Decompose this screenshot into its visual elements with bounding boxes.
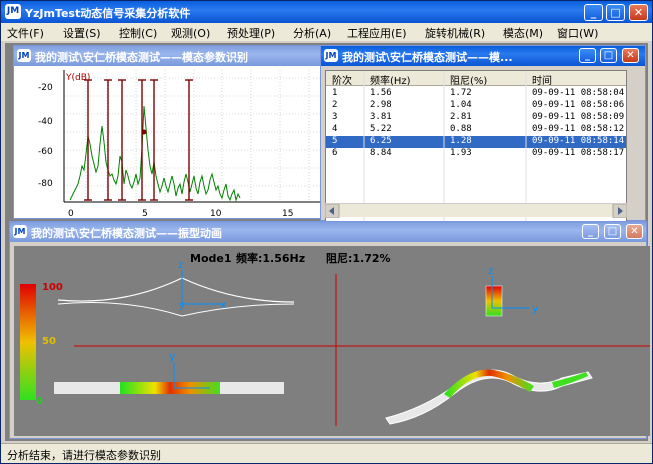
modal-params-window: JM 我的测试\安仁桥模态测试——模... _ □ ✕ 阶次 频率(Hz) 阻尼… xyxy=(320,45,646,240)
color-scale-bar xyxy=(20,284,36,400)
app-logo-icon: JM xyxy=(5,4,21,19)
spectrum-window-title: 我的测试\安仁桥模态测试——模态参数识别 xyxy=(35,51,249,64)
maximize-button[interactable]: □ xyxy=(606,4,625,21)
menu-window[interactable]: 窗口(W) xyxy=(557,25,598,41)
spectrum-plot: Y(dB) -20 -40 -60 -80 0 5 10 15 xyxy=(14,66,324,218)
child-close-button[interactable]: ✕ xyxy=(626,224,643,239)
isometric-view xyxy=(385,369,593,425)
mode-shape-window-titlebar[interactable]: JM 我的测试\安仁桥模态测试——振型动画 _ □ ✕ xyxy=(10,222,646,242)
axis-y-label: y xyxy=(169,350,176,363)
y-tick-label: -20 xyxy=(38,83,53,93)
scale-max-label: 100 xyxy=(42,282,63,293)
minimize-button[interactable]: _ xyxy=(584,4,603,21)
horizontal-scrollbar[interactable] xyxy=(324,203,628,219)
menu-settings[interactable]: 设置(S) xyxy=(63,25,101,41)
axis-z-label: z xyxy=(488,266,493,277)
menu-bar: 文件(F) 设置(S) 控制(C) 观测(O) 预处理(P) 分析(A) 工程应… xyxy=(1,23,652,41)
selected-peak-marker xyxy=(141,129,147,135)
window-logo-icon: JM xyxy=(324,49,338,62)
plan-view: y xyxy=(54,350,284,394)
menu-analysis[interactable]: 分析(A) xyxy=(293,25,331,41)
title-bar: JM YzJmTest动态信号采集分析软件 _ □ ✕ xyxy=(1,1,652,23)
app-title: YzJmTest动态信号采集分析软件 xyxy=(25,7,191,20)
axis-z-label: z xyxy=(178,260,183,271)
scale-min-label: 0 xyxy=(36,396,43,407)
mode-shape-window: JM 我的测试\安仁桥模态测试——振型动画 _ □ ✕ Mode1 频率:1.5… xyxy=(9,221,650,439)
mode-label: Mode1 xyxy=(190,252,232,265)
menu-preprocess[interactable]: 预处理(P) xyxy=(227,25,275,41)
window-logo-icon: JM xyxy=(13,225,27,238)
axis-x-label: x xyxy=(220,300,226,311)
side-view: z y xyxy=(485,266,539,317)
mdi-client-area: JM 我的测试\安仁桥模态测试——模态参数识别 Y(dB) -20 -40 -6… xyxy=(5,43,650,441)
axis-y-label: y xyxy=(532,302,539,315)
child-maximize-button[interactable]: □ xyxy=(600,48,617,63)
modal-params-window-title: 我的测试\安仁桥模态测试——模... xyxy=(342,51,513,64)
menu-engineering[interactable]: 工程应用(E) xyxy=(347,25,407,41)
y-tick-label: -80 xyxy=(38,179,53,189)
menu-rotating-machinery[interactable]: 旋转机械(R) xyxy=(425,25,485,41)
child-minimize-button[interactable]: _ xyxy=(579,48,596,63)
x-tick-label: 10 xyxy=(210,209,222,218)
status-bar: 分析结束，请进行模态参数识别 xyxy=(1,443,652,463)
menu-modal[interactable]: 模态(M) xyxy=(503,25,543,41)
child-close-button[interactable]: ✕ xyxy=(622,48,639,63)
spectrum-window: JM 我的测试\安仁桥模态测试——模态参数识别 Y(dB) -20 -40 -6… xyxy=(13,45,325,219)
modal-params-window-titlebar[interactable]: JM 我的测试\安仁桥模态测试——模... _ □ ✕ xyxy=(321,46,645,66)
y-tick-label: -40 xyxy=(38,117,53,127)
y-unit-label: Y(dB) xyxy=(65,73,90,83)
mode-shape-window-title: 我的测试\安仁桥模态测试——振型动画 xyxy=(31,227,223,240)
window-logo-icon: JM xyxy=(17,49,31,62)
menu-observe[interactable]: 观测(O) xyxy=(171,25,210,41)
x-tick-label: 15 xyxy=(282,209,293,218)
mode-shape-canvas: Mode1 频率:1.56Hz 阻尼:1.72% 100 50 0 z y x … xyxy=(20,251,650,426)
x-tick-label: 0 xyxy=(68,209,74,218)
menu-file[interactable]: 文件(F) xyxy=(7,25,44,41)
menu-control[interactable]: 控制(C) xyxy=(119,25,157,41)
child-maximize-button[interactable]: □ xyxy=(604,224,621,239)
x-tick-label: 5 xyxy=(142,209,148,218)
mode-shape-view[interactable]: Mode1 频率:1.56Hz 阻尼:1.72% 100 50 0 z y x … xyxy=(14,246,650,436)
scale-mid-label: 50 xyxy=(42,336,56,347)
axis-y-label: y xyxy=(179,300,185,311)
frequency-label: 频率:1.56Hz xyxy=(236,251,305,265)
child-minimize-button[interactable]: _ xyxy=(582,224,599,239)
damping-label: 阻尼:1.72% xyxy=(326,251,391,265)
front-view: z y x xyxy=(57,260,295,317)
spectrum-window-titlebar[interactable]: JM 我的测试\安仁桥模态测试——模态参数识别 xyxy=(14,46,324,66)
main-window: JM YzJmTest动态信号采集分析软件 _ □ ✕ 文件(F) 设置(S) … xyxy=(0,0,653,464)
close-button[interactable]: ✕ xyxy=(629,4,648,21)
y-tick-label: -60 xyxy=(38,147,53,157)
status-text: 分析结束，请进行模态参数识别 xyxy=(7,449,161,462)
